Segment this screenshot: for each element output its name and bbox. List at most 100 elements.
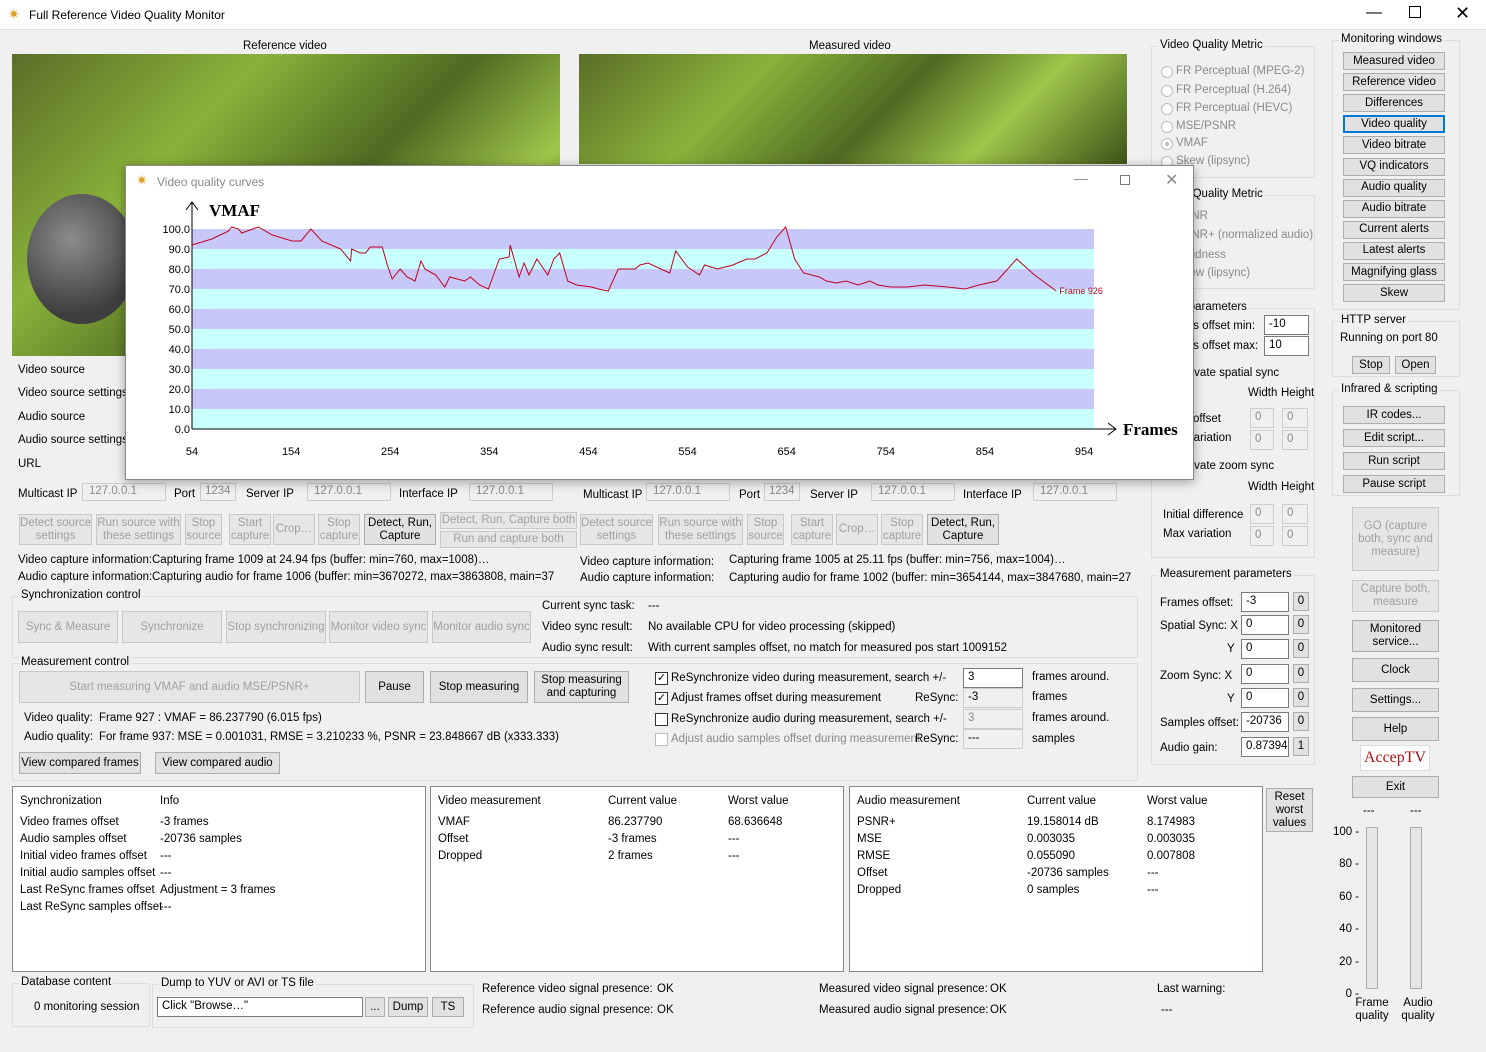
monitor-button[interactable]: Skew bbox=[1343, 284, 1445, 303]
frames-offset-input[interactable]: -3 bbox=[1241, 592, 1289, 612]
server-ip-input-2[interactable]: 127.0.0.1 bbox=[871, 483, 955, 501]
monitor-button[interactable]: Latest alerts bbox=[1343, 241, 1445, 260]
adjust-frames-checkbox[interactable]: ✓ bbox=[655, 692, 668, 705]
view-compared-audio-button[interactable]: View compared audio bbox=[155, 752, 280, 774]
dump-button[interactable]: Dump bbox=[388, 997, 428, 1017]
sync-measure-button[interactable]: Sync & Measure bbox=[18, 611, 118, 643]
max-variation-height[interactable]: 0 bbox=[1282, 430, 1308, 450]
run-source-button[interactable]: Run source with these settings bbox=[96, 514, 181, 545]
minimize-icon[interactable]: — bbox=[1366, 4, 1382, 22]
interface-ip-input[interactable]: 127.0.0.1 bbox=[469, 483, 553, 501]
monitor-button[interactable]: Measured video bbox=[1343, 52, 1445, 70]
stop-source-button-2[interactable]: Stop source bbox=[747, 514, 784, 545]
zoom-max-variation-width[interactable]: 0 bbox=[1250, 526, 1274, 546]
ir-codes-button[interactable]: IR codes... bbox=[1343, 406, 1445, 424]
offset-max-input[interactable]: 10 bbox=[1264, 336, 1309, 356]
stop-synchronizing-button[interactable]: Stop synchronizing bbox=[226, 611, 326, 643]
reset-worst-values-button[interactable]: Reset worst values bbox=[1266, 788, 1313, 832]
samples-offset-reset[interactable]: 0 bbox=[1293, 712, 1309, 731]
http-stop-button[interactable]: Stop bbox=[1352, 356, 1390, 374]
start-capture-button[interactable]: Start capture bbox=[229, 514, 271, 545]
view-compared-frames-button[interactable]: View compared frames bbox=[19, 752, 141, 774]
exit-button[interactable]: Exit bbox=[1352, 776, 1439, 798]
pause-button[interactable]: Pause bbox=[365, 671, 424, 703]
offset-min-input[interactable]: -10 bbox=[1264, 315, 1309, 335]
vqm-radio[interactable] bbox=[1161, 138, 1173, 150]
monitor-button[interactable]: Audio quality bbox=[1343, 178, 1445, 197]
interface-ip-input-2[interactable]: 127.0.0.1 bbox=[1033, 483, 1117, 501]
settings-button[interactable]: Settings... bbox=[1352, 688, 1439, 712]
zoom-sync-x-input[interactable]: 0 bbox=[1241, 664, 1289, 684]
initial-offset-height[interactable]: 0 bbox=[1282, 408, 1308, 428]
resync-video-checkbox[interactable]: ✓ bbox=[655, 672, 668, 685]
pause-script-button[interactable]: Pause script bbox=[1343, 475, 1445, 493]
vqm-radio[interactable] bbox=[1161, 103, 1173, 115]
run-script-button[interactable]: Run script bbox=[1343, 452, 1445, 470]
port-input[interactable]: 1234 bbox=[200, 483, 236, 501]
resync-audio-checkbox[interactable] bbox=[655, 713, 668, 726]
stop-measuring-capturing-button[interactable]: Stop measuring and capturing bbox=[534, 671, 629, 703]
monitor-button[interactable]: Video bitrate bbox=[1343, 136, 1445, 155]
ts-button[interactable]: TS bbox=[432, 997, 464, 1017]
stop-measuring-button[interactable]: Stop measuring bbox=[430, 671, 528, 703]
multicast-ip-input[interactable]: 127.0.0.1 bbox=[82, 483, 166, 501]
detect-run-capture-both-button[interactable]: Detect, Run, Capture both bbox=[440, 512, 577, 529]
help-button[interactable]: Help bbox=[1352, 717, 1439, 741]
vqm-radio[interactable] bbox=[1161, 66, 1173, 78]
spatial-sync-y-reset[interactable]: 0 bbox=[1293, 639, 1309, 658]
monitor-button[interactable]: Video quality bbox=[1343, 115, 1445, 134]
synchronize-button[interactable]: Synchronize bbox=[122, 611, 222, 643]
frames-offset-reset[interactable]: 0 bbox=[1293, 592, 1309, 611]
monitor-button[interactable]: Reference video bbox=[1343, 73, 1445, 92]
port-input-2[interactable]: 1234 bbox=[764, 483, 800, 501]
initial-offset-width[interactable]: 0 bbox=[1250, 408, 1274, 428]
stop-source-button[interactable]: Stop source bbox=[185, 514, 222, 545]
monitor-button[interactable]: Magnifying glass bbox=[1343, 263, 1445, 281]
zoom-sync-x-reset[interactable]: 0 bbox=[1293, 664, 1309, 683]
audio-gain-reset[interactable]: 1 bbox=[1293, 737, 1309, 756]
max-variation-width[interactable]: 0 bbox=[1250, 430, 1274, 450]
multicast-ip-input-2[interactable]: 127.0.0.1 bbox=[646, 483, 730, 501]
vqm-radio[interactable] bbox=[1161, 85, 1173, 97]
adjust-audio-checkbox[interactable] bbox=[655, 733, 668, 746]
start-capture-button-2[interactable]: Start capture bbox=[791, 514, 833, 545]
go-button[interactable]: GO (capture both, sync and measure) bbox=[1352, 507, 1439, 571]
spatial-sync-y-input[interactable]: 0 bbox=[1241, 639, 1289, 659]
monitor-audio-sync-button[interactable]: Monitor audio sync bbox=[432, 611, 531, 643]
vqm-radio[interactable] bbox=[1161, 121, 1173, 133]
resync-audio-input[interactable]: 3 bbox=[963, 709, 1023, 729]
detect-run-capture-button-2[interactable]: Detect, Run, Capture bbox=[927, 514, 999, 545]
close-icon[interactable]: ✕ bbox=[1455, 3, 1470, 24]
zoom-sync-y-input[interactable]: 0 bbox=[1241, 688, 1289, 708]
monitor-button[interactable]: VQ indicators bbox=[1343, 157, 1445, 176]
monitored-service-button[interactable]: Monitored service... bbox=[1352, 620, 1439, 652]
maximize-icon[interactable] bbox=[1409, 6, 1421, 18]
samples-offset-input[interactable]: -20736 bbox=[1241, 712, 1289, 732]
edit-script-button[interactable]: Edit script... bbox=[1343, 429, 1445, 447]
monitor-button[interactable]: Audio bitrate bbox=[1343, 199, 1445, 218]
capture-measure-button[interactable]: Capture both, measure bbox=[1352, 580, 1439, 612]
stop-capture-button-2[interactable]: Stop capture bbox=[881, 514, 923, 545]
monitor-video-sync-button[interactable]: Monitor video sync bbox=[329, 611, 428, 643]
audio-gain-input[interactable]: 0.87394 bbox=[1241, 737, 1289, 757]
detect-run-capture-button[interactable]: Detect, Run, Capture bbox=[364, 514, 436, 545]
detect-source-settings-button-2[interactable]: Detect source settings bbox=[580, 514, 653, 545]
run-source-button-2[interactable]: Run source with these settings bbox=[658, 514, 743, 545]
initial-difference-width[interactable]: 0 bbox=[1250, 504, 1274, 524]
http-open-button[interactable]: Open bbox=[1395, 356, 1436, 374]
crop-button[interactable]: Crop… bbox=[273, 514, 315, 545]
run-capture-both-button[interactable]: Run and capture both bbox=[440, 531, 577, 548]
server-ip-input[interactable]: 127.0.0.1 bbox=[307, 483, 391, 501]
monitor-button[interactable]: Current alerts bbox=[1343, 220, 1445, 239]
monitor-button[interactable]: Differences bbox=[1343, 94, 1445, 113]
stop-capture-button[interactable]: Stop capture bbox=[318, 514, 360, 545]
start-measuring-button[interactable]: Start measuring VMAF and audio MSE/PSNR+ bbox=[19, 671, 360, 703]
spatial-sync-x-reset[interactable]: 0 bbox=[1293, 615, 1309, 634]
initial-difference-height[interactable]: 0 bbox=[1282, 504, 1308, 524]
resync-video-input[interactable]: 3 bbox=[963, 668, 1023, 688]
zoom-sync-y-reset[interactable]: 0 bbox=[1293, 688, 1309, 707]
zoom-max-variation-height[interactable]: 0 bbox=[1282, 526, 1308, 546]
browse-button[interactable]: ... bbox=[365, 997, 385, 1017]
spatial-sync-x-input[interactable]: 0 bbox=[1241, 615, 1289, 635]
crop-button-2[interactable]: Crop… bbox=[836, 514, 878, 545]
